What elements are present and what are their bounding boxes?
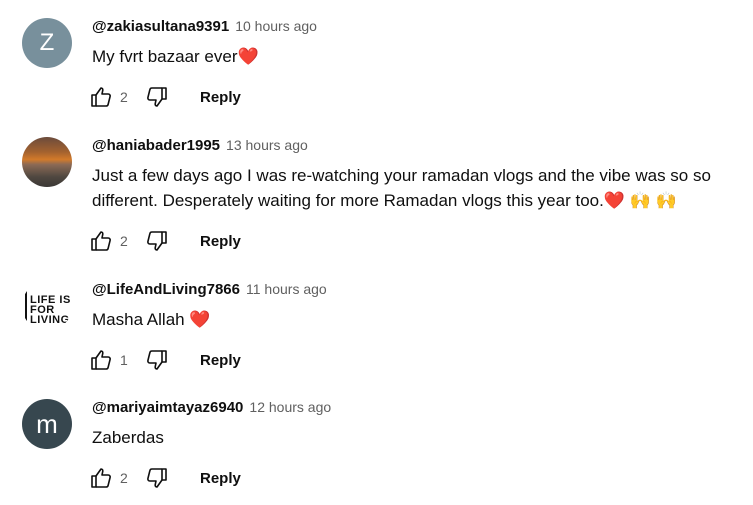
thumbs-down-icon (147, 231, 167, 251)
comment-body: @haniabader1995 13 hours ago Just a few … (92, 137, 743, 213)
comment-text: Just a few days ago I was re-watching yo… (92, 163, 743, 213)
avatar-letter: m (36, 408, 58, 439)
avatar-letter: Z (39, 29, 55, 56)
comment-actions: 2 Reply (88, 227, 241, 255)
logo-text: LIFE IS FOR LIVING (30, 295, 71, 326)
comment-time[interactable]: 13 hours ago (226, 137, 308, 153)
heart-emoji: ❤️ (237, 47, 259, 66)
dislike-button[interactable] (144, 228, 170, 254)
comment-text: Zaberdas (92, 428, 164, 447)
comment-text: My fvrt bazaar ever❤️ (92, 44, 743, 69)
comment-time[interactable]: 11 hours ago (246, 281, 327, 297)
comment-body: @zakiasultana9391 10 hours ago My fvrt b… (92, 18, 743, 69)
comment-actions: 2 Reply (88, 83, 241, 111)
thumbs-down-icon (147, 87, 167, 107)
thumbs-up-icon (91, 87, 111, 107)
dislike-button[interactable] (144, 347, 170, 373)
logo-bar (25, 291, 27, 323)
like-count: 2 (120, 470, 128, 486)
raising-hands-emoji: 🙌 🙌 (629, 191, 677, 210)
comment-body: @mariyaimtayaz6940 12 hours ago Zaberdas (92, 399, 743, 450)
avatar[interactable]: LIFE IS FOR LIVING (22, 281, 72, 331)
comment-header: @mariyaimtayaz6940 12 hours ago (92, 399, 743, 421)
reply-button[interactable]: Reply (200, 229, 241, 254)
thumbs-up-icon (91, 468, 111, 488)
like-count: 2 (120, 89, 128, 105)
like-count: 1 (120, 352, 128, 368)
comment-actions: 1 Reply (88, 346, 241, 374)
avatar[interactable] (22, 137, 72, 187)
comment-text: Masha Allah ❤️ (92, 307, 743, 332)
comment-time[interactable]: 12 hours ago (249, 399, 331, 415)
heart-emoji: ❤️ (189, 310, 211, 329)
thumbs-up-icon (91, 231, 111, 251)
comment-body: @LifeAndLiving7866 11 hours ago Masha Al… (92, 281, 743, 332)
reply-button[interactable]: Reply (200, 348, 241, 373)
comment-text-line: different. Desperately waiting for more … (92, 188, 743, 213)
like-count: 2 (120, 233, 128, 249)
dislike-button[interactable] (144, 465, 170, 491)
reply-button[interactable]: Reply (200, 85, 241, 110)
like-button[interactable] (88, 228, 114, 254)
heart-emoji: ❤️ (603, 191, 625, 210)
reply-button[interactable]: Reply (200, 466, 241, 491)
comment-text-content: different. Desperately waiting for more … (92, 191, 604, 210)
avatar[interactable]: m (22, 399, 72, 449)
comment-text-content: Masha Allah (92, 310, 185, 329)
comment-header: @haniabader1995 13 hours ago (92, 137, 743, 159)
thumbs-down-icon (147, 350, 167, 370)
comment-actions: 2 Reply (88, 464, 241, 492)
like-button[interactable] (88, 347, 114, 373)
comment-text-content: My fvrt bazaar ever (92, 47, 238, 66)
like-button[interactable] (88, 465, 114, 491)
comment-header: @zakiasultana9391 10 hours ago (92, 18, 743, 40)
author-handle[interactable]: @haniabader1995 (92, 137, 220, 154)
author-handle[interactable]: @LifeAndLiving7866 (92, 281, 240, 298)
author-handle[interactable]: @zakiasultana9391 (92, 18, 229, 35)
author-handle[interactable]: @mariyaimtayaz6940 (92, 399, 243, 416)
avatar[interactable]: Z (22, 18, 72, 68)
logo-line: LIVING (30, 314, 70, 326)
comment-header: @LifeAndLiving7866 11 hours ago (92, 281, 743, 303)
thumbs-up-icon (91, 350, 111, 370)
thumbs-down-icon (147, 468, 167, 488)
comment-time[interactable]: 10 hours ago (235, 18, 317, 34)
dislike-button[interactable] (144, 84, 170, 110)
like-button[interactable] (88, 84, 114, 110)
comment-text-line: Just a few days ago I was re-watching yo… (92, 166, 711, 185)
